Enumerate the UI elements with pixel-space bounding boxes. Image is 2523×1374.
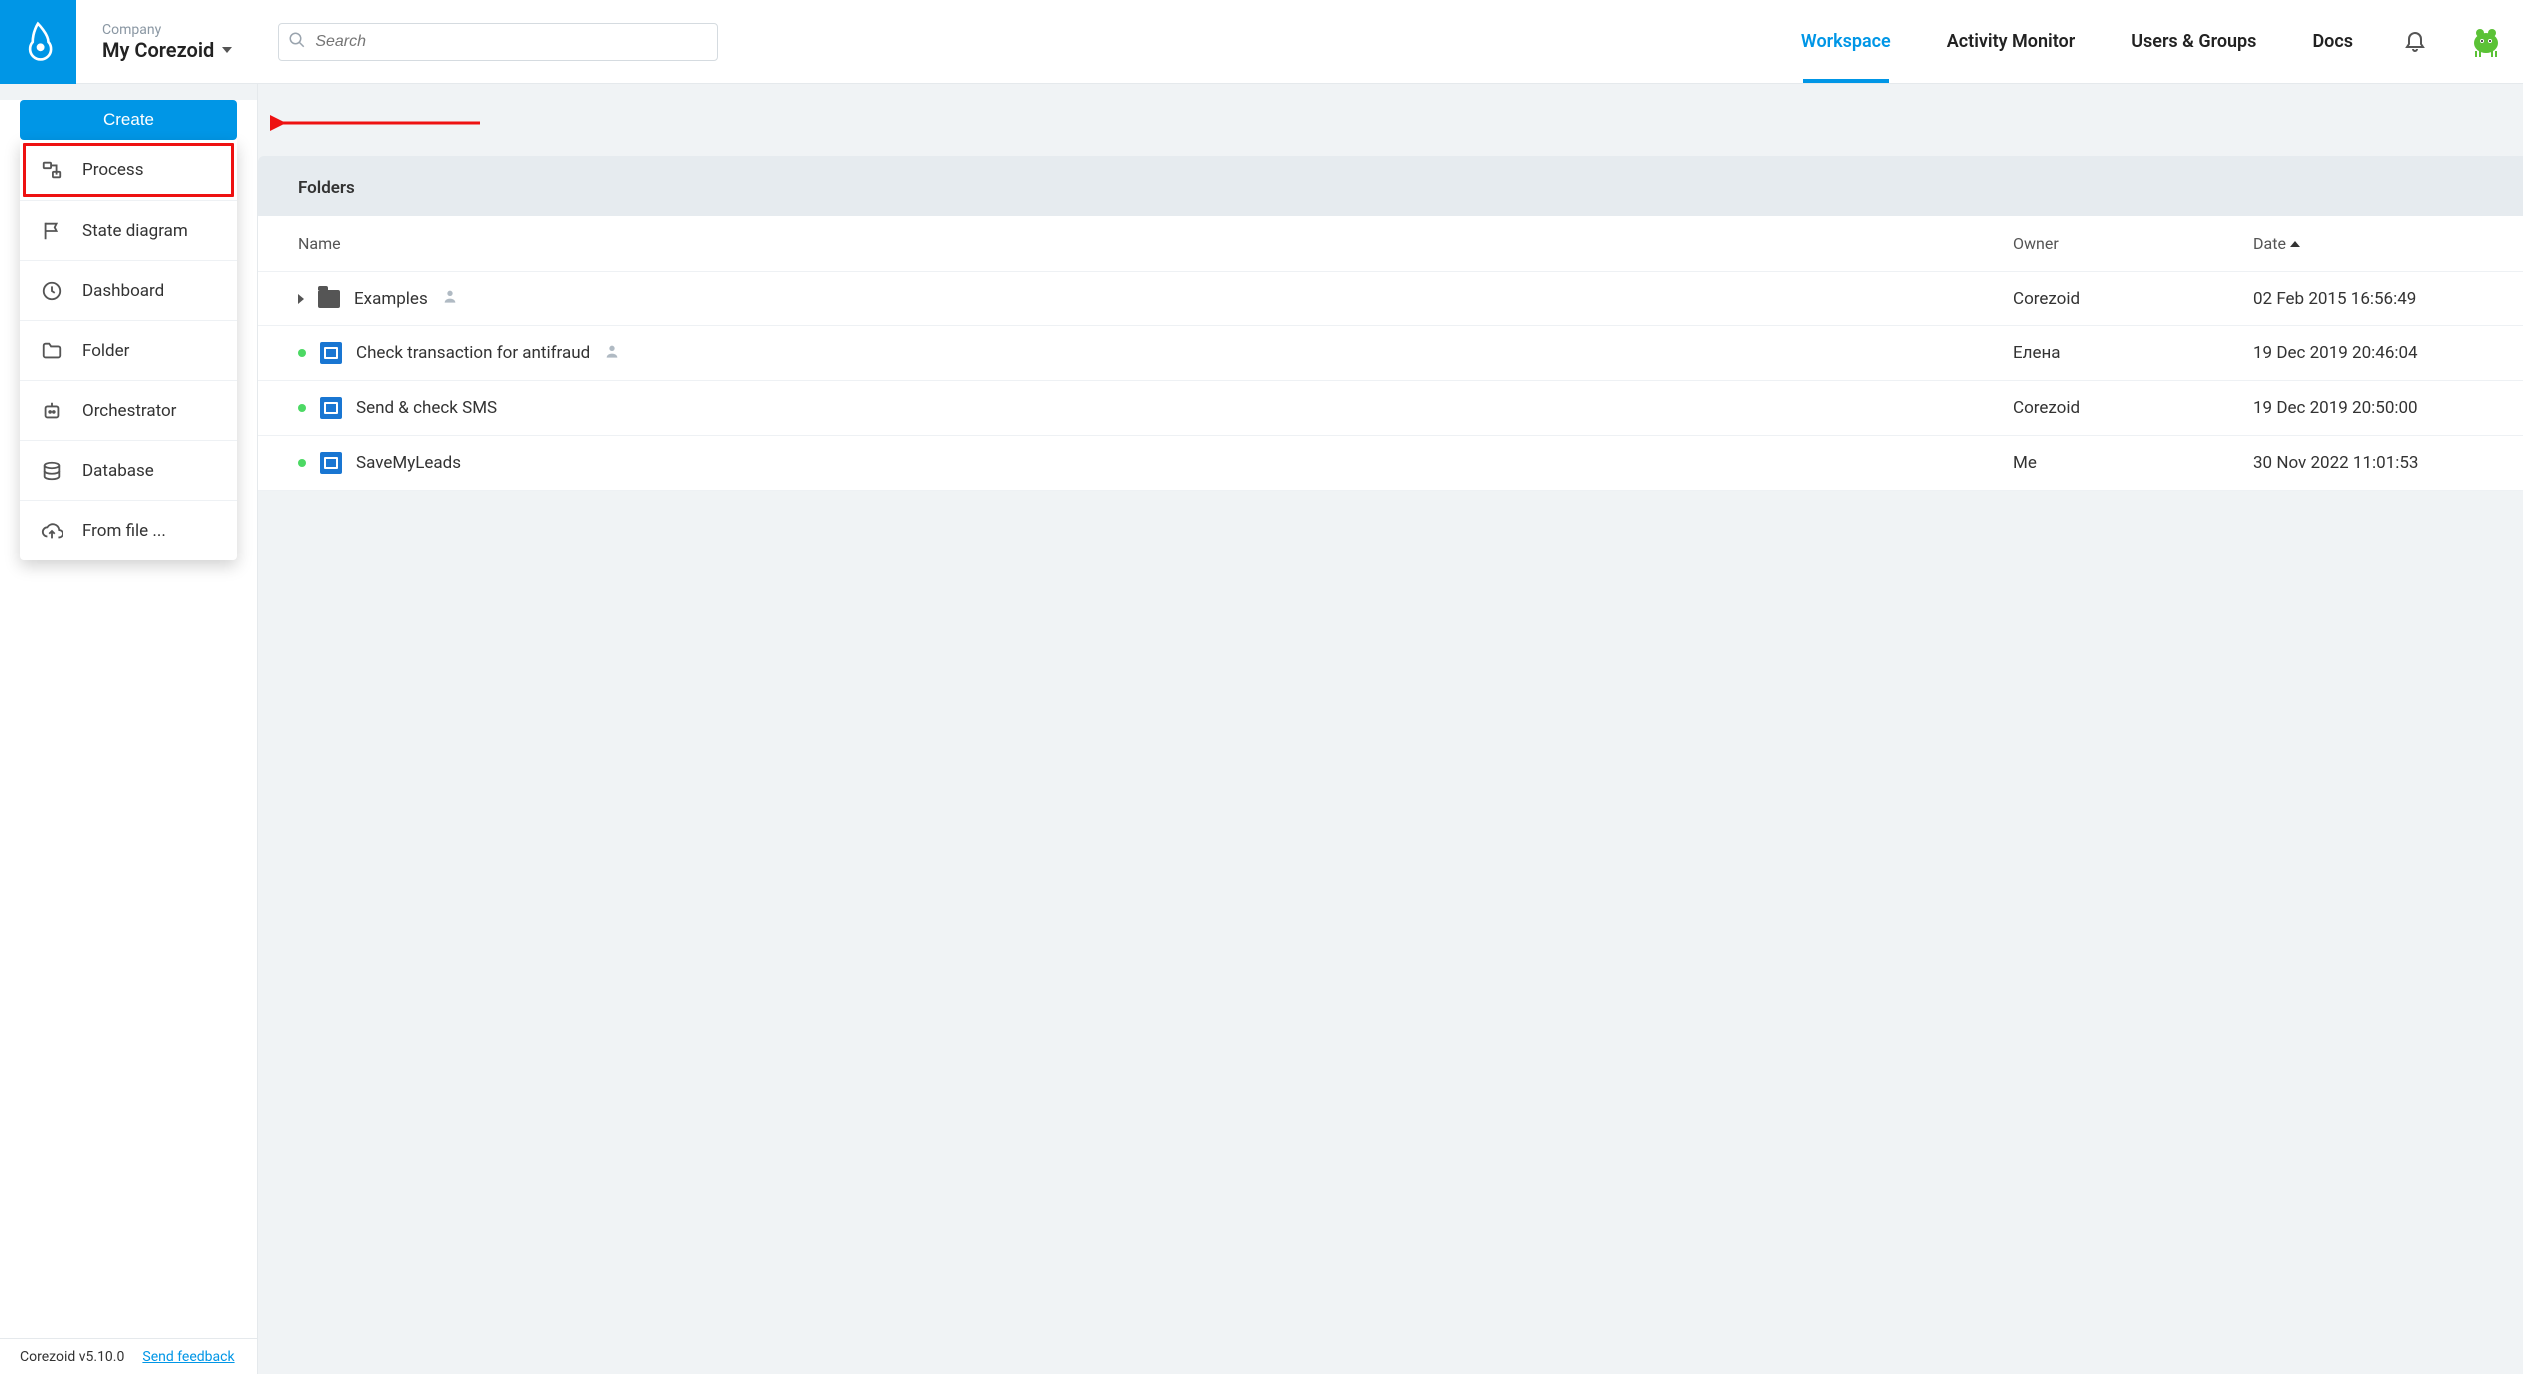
- create-option-folder[interactable]: Folder: [20, 320, 237, 380]
- process-icon: [320, 397, 342, 419]
- create-option-database[interactable]: Database: [20, 440, 237, 500]
- shared-icon: [442, 288, 458, 309]
- logo[interactable]: [0, 0, 76, 84]
- folder-table: Name Owner Date Examples Corezoid: [258, 216, 2523, 491]
- search-input[interactable]: [278, 23, 718, 61]
- process-icon: [320, 342, 342, 364]
- content-header: Folders: [258, 156, 2523, 216]
- version-label: Corezoid v5.10.0: [20, 1349, 124, 1365]
- status-indicator: [298, 349, 306, 357]
- item-name: Check transaction for antifraud: [356, 343, 590, 363]
- company-selector[interactable]: Company My Corezoid: [76, 22, 258, 62]
- flag-icon: [40, 219, 64, 243]
- sort-ascending-icon: [2290, 241, 2300, 247]
- table-header-row: Name Owner Date: [258, 216, 2523, 272]
- column-header-name[interactable]: Name: [298, 234, 2013, 253]
- status-indicator: [298, 404, 306, 412]
- column-header-date[interactable]: Date: [2253, 234, 2483, 253]
- item-date: 19 Dec 2019 20:50:00: [2253, 398, 2483, 418]
- create-option-label: From file ...: [82, 521, 166, 541]
- nav-docs[interactable]: Docs: [2284, 0, 2381, 83]
- robot-icon: [40, 399, 64, 423]
- nav-users-groups[interactable]: Users & Groups: [2103, 0, 2284, 83]
- create-option-orchestrator[interactable]: Orchestrator: [20, 380, 237, 440]
- item-owner: Me: [2013, 453, 2253, 473]
- create-option-state-diagram[interactable]: State diagram: [20, 200, 237, 260]
- item-name: Send & check SMS: [356, 398, 497, 418]
- item-owner: Corezoid: [2013, 398, 2253, 418]
- folders-title: Folders: [298, 178, 2483, 198]
- create-option-dashboard[interactable]: Dashboard: [20, 260, 237, 320]
- top-header: Company My Corezoid Workspace Activity M…: [0, 0, 2523, 84]
- item-date: 30 Nov 2022 11:01:53: [2253, 453, 2483, 473]
- create-option-label: Process: [82, 160, 143, 180]
- footer: Corezoid v5.10.0 Send feedback: [0, 1338, 257, 1374]
- shared-icon: [604, 343, 620, 364]
- folder-icon: [318, 290, 340, 308]
- search-container: [278, 23, 718, 61]
- company-label: Company: [102, 22, 232, 38]
- create-dropdown: Process State diagram Dashboard Folder: [20, 140, 237, 560]
- folder-icon: [40, 339, 64, 363]
- item-name: Examples: [354, 289, 428, 309]
- create-option-label: Dashboard: [82, 281, 164, 301]
- item-owner: Елена: [2013, 343, 2253, 363]
- process-icon: [40, 158, 64, 182]
- item-date: 02 Feb 2015 16:56:49: [2253, 289, 2483, 309]
- status-indicator: [298, 459, 306, 467]
- chevron-down-icon: [222, 47, 232, 53]
- create-option-label: State diagram: [82, 221, 188, 241]
- table-row[interactable]: Examples Corezoid 02 Feb 2015 16:56:49: [258, 272, 2523, 326]
- main-nav: Workspace Activity Monitor Users & Group…: [1773, 0, 2523, 83]
- notifications-button[interactable]: [2381, 28, 2449, 56]
- search-icon: [288, 31, 306, 53]
- company-name: My Corezoid: [102, 38, 214, 62]
- expand-icon[interactable]: [298, 294, 304, 304]
- create-option-from-file[interactable]: From file ...: [20, 500, 237, 560]
- create-option-label: Folder: [82, 341, 129, 361]
- item-date: 19 Dec 2019 20:46:04: [2253, 343, 2483, 363]
- avatar-icon: [2469, 23, 2503, 57]
- sidebar: Create Process State diagram Dashboard: [0, 84, 258, 1374]
- table-row[interactable]: Send & check SMS Corezoid 19 Dec 2019 20…: [258, 381, 2523, 436]
- table-row[interactable]: Check transaction for antifraud Елена 19…: [258, 326, 2523, 381]
- database-icon: [40, 459, 64, 483]
- upload-cloud-icon: [40, 519, 64, 543]
- process-icon: [320, 452, 342, 474]
- clock-icon: [40, 279, 64, 303]
- content-area: Folders Name Owner Date Examples: [258, 84, 2523, 1374]
- bell-icon: [2403, 28, 2427, 52]
- annotation-arrow: [270, 108, 490, 138]
- table-row[interactable]: SaveMyLeads Me 30 Nov 2022 11:01:53: [258, 436, 2523, 491]
- create-option-process[interactable]: Process: [20, 140, 237, 200]
- column-header-owner[interactable]: Owner: [2013, 234, 2253, 253]
- nav-activity-monitor[interactable]: Activity Monitor: [1919, 0, 2103, 83]
- send-feedback-link[interactable]: Send feedback: [142, 1349, 234, 1365]
- create-button[interactable]: Create: [20, 100, 237, 140]
- item-owner: Corezoid: [2013, 289, 2253, 309]
- nav-workspace[interactable]: Workspace: [1773, 0, 1919, 83]
- item-name: SaveMyLeads: [356, 453, 461, 473]
- create-option-label: Database: [82, 461, 154, 481]
- user-avatar[interactable]: [2449, 23, 2523, 61]
- create-option-label: Orchestrator: [82, 401, 176, 421]
- flame-icon: [22, 21, 54, 63]
